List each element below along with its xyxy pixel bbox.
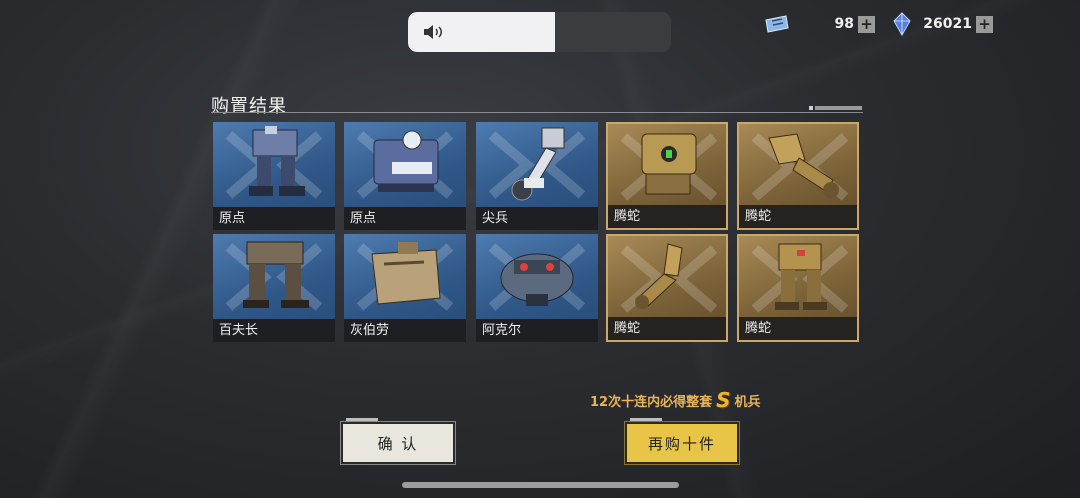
currency-tickets: 98 + (764, 12, 875, 36)
home-indicator[interactable] (402, 482, 679, 488)
buy-ten-again-button[interactable]: 再购十件 (625, 418, 739, 464)
mech-part-image (373, 130, 439, 192)
volume-indicator (408, 12, 671, 52)
card-name: 灰伯劳 (344, 319, 466, 342)
button-decoration (346, 418, 378, 421)
crystal-icon (893, 12, 911, 36)
confirm-button[interactable]: 确 认 (341, 418, 455, 464)
buy-ten-again-label: 再购十件 (647, 434, 716, 453)
guarantee-suffix: 机兵 (734, 394, 761, 410)
card-name: 尖兵 (476, 207, 598, 230)
mech-part-image (635, 243, 683, 309)
card-name: 腾蛇 (608, 205, 726, 228)
card-name: 腾蛇 (608, 317, 726, 340)
add-crystals-button[interactable]: + (976, 15, 993, 33)
mech-part-image (249, 126, 305, 196)
mech-part-image (511, 127, 565, 201)
button-decoration (630, 418, 662, 421)
mech-part-image (243, 241, 309, 308)
card-name: 原点 (344, 207, 466, 230)
mech-part-image (641, 133, 697, 195)
ticket-icon (765, 15, 789, 33)
s-rank-badge: S (716, 388, 731, 412)
card-name: 原点 (213, 207, 335, 230)
page-title: 购置结果 (211, 96, 287, 117)
title-divider (211, 112, 863, 113)
card-name: 百夫长 (213, 319, 335, 342)
mech-part-image (775, 243, 827, 310)
result-card-10[interactable]: 腾蛇 (737, 234, 859, 342)
result-card-8[interactable]: 阿克尔 (476, 234, 598, 342)
add-tickets-button[interactable]: + (858, 15, 875, 33)
card-name: 腾蛇 (739, 317, 857, 340)
confirm-button-label: 确 认 (377, 434, 419, 453)
mech-part-image (371, 242, 441, 305)
title-decoration (809, 106, 862, 110)
crystal-count: 26021 (923, 16, 972, 32)
ticket-count: 98 (834, 16, 854, 32)
currency-crystals: 26021 + (892, 12, 993, 36)
guarantee-notice: 12次十连内必得整套 S 机兵 (590, 388, 761, 412)
result-card-4[interactable]: 腾蛇 (606, 122, 728, 230)
speaker-icon (424, 25, 442, 39)
result-card-2[interactable]: 原点 (344, 122, 466, 230)
guarantee-text: 12次十连内必得整套 (590, 394, 713, 410)
result-card-7[interactable]: 灰伯劳 (344, 234, 466, 342)
mech-part-image (500, 253, 574, 306)
mech-part-image (768, 133, 839, 198)
result-card-6[interactable]: 百夫长 (213, 234, 335, 342)
result-card-9[interactable]: 腾蛇 (606, 234, 728, 342)
card-name: 腾蛇 (739, 205, 857, 228)
result-card-1[interactable]: 原点 (213, 122, 335, 230)
result-card-5[interactable]: 腾蛇 (737, 122, 859, 230)
card-name: 阿克尔 (476, 319, 598, 342)
result-card-3[interactable]: 尖兵 (476, 122, 598, 230)
